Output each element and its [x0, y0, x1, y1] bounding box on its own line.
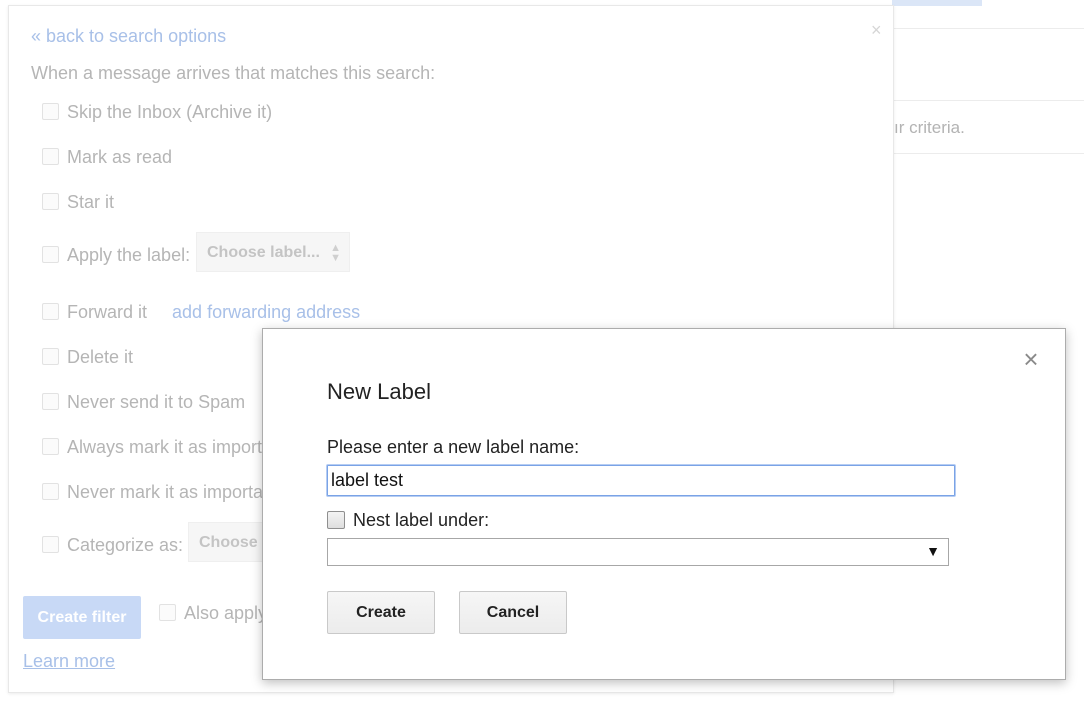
- dialog-title: New Label: [327, 379, 431, 404]
- filter-option-never-spam[interactable]: Never send it to Spam: [42, 392, 245, 416]
- label-name-input[interactable]: [327, 465, 955, 496]
- never-spam-checkbox[interactable]: [42, 393, 59, 410]
- never-spam-label: Never send it to Spam: [67, 392, 246, 412]
- filter-option-mark-read[interactable]: Mark as read: [42, 147, 172, 171]
- nest-label-checkbox[interactable]: [327, 511, 345, 529]
- mark-read-checkbox[interactable]: [42, 148, 59, 165]
- background-toolbar-button: [892, 0, 982, 6]
- never-important-label: Never mark it as importa: [67, 482, 264, 502]
- filter-option-always-important[interactable]: Always mark it as import: [42, 437, 262, 461]
- forward-label: Forward it: [67, 302, 148, 322]
- skip-inbox-label: Skip the Inbox (Archive it): [67, 102, 273, 122]
- categorize-label: Categorize as:: [67, 535, 184, 555]
- cancel-button[interactable]: Cancel: [459, 591, 567, 634]
- label-name-prompt: Please enter a new label name:: [327, 437, 580, 457]
- dropdown-arrow-icon: ▼: [926, 543, 940, 559]
- background-criteria-text: ır criteria.: [894, 118, 965, 137]
- also-apply-label: Also apply: [184, 603, 268, 623]
- mark-read-label: Mark as read: [67, 147, 173, 167]
- learn-more-link[interactable]: Learn more: [23, 651, 115, 672]
- filter-panel-close-icon[interactable]: ×: [871, 20, 882, 41]
- filter-option-never-important[interactable]: Never mark it as importa: [42, 482, 263, 506]
- nest-label-text: Nest label under:: [353, 510, 490, 530]
- parent-label-select[interactable]: ▼: [327, 538, 949, 566]
- filter-option-star[interactable]: Star it: [42, 192, 114, 216]
- forward-checkbox[interactable]: [42, 303, 59, 320]
- always-important-label: Always mark it as import: [67, 437, 263, 457]
- filter-option-also-apply[interactable]: Also apply: [159, 603, 267, 627]
- apply-label-checkbox[interactable]: [42, 246, 59, 263]
- create-filter-button[interactable]: Create filter: [23, 596, 141, 639]
- categorize-checkbox[interactable]: [42, 536, 59, 553]
- choose-category-select-value: Choose: [199, 534, 258, 551]
- filter-option-apply-label[interactable]: Apply the label:: [42, 245, 190, 269]
- close-icon[interactable]: ×: [1020, 346, 1042, 372]
- choose-category-select[interactable]: Choose: [188, 522, 268, 562]
- add-forwarding-address-link[interactable]: add forwarding address: [172, 302, 360, 322]
- background-divider: [892, 28, 1084, 29]
- new-label-dialog: × New Label Please enter a new label nam…: [262, 328, 1066, 680]
- back-to-search-options-link[interactable]: « back to search options: [31, 26, 226, 47]
- filter-option-delete[interactable]: Delete it: [42, 347, 133, 371]
- filter-option-skip-inbox[interactable]: Skip the Inbox (Archive it): [42, 102, 272, 126]
- nest-label-row[interactable]: Nest label under:: [327, 510, 489, 532]
- always-important-checkbox[interactable]: [42, 438, 59, 455]
- choose-label-select[interactable]: Choose label... ▲ ▼: [196, 232, 350, 272]
- delete-checkbox[interactable]: [42, 348, 59, 365]
- filter-option-categorize[interactable]: Categorize as:: [42, 535, 183, 559]
- filter-option-forward[interactable]: Forward it add forwarding address: [42, 302, 360, 326]
- skip-inbox-checkbox[interactable]: [42, 103, 59, 120]
- background-divider: [892, 153, 1084, 154]
- delete-label: Delete it: [67, 347, 134, 367]
- background-divider: [892, 100, 1084, 101]
- filter-intro-text: When a message arrives that matches this…: [31, 63, 436, 83]
- select-arrows-icon: ▲ ▼: [330, 242, 341, 264]
- apply-label-label: Apply the label:: [67, 245, 191, 265]
- star-label: Star it: [67, 192, 115, 212]
- choose-label-select-value: Choose label...: [207, 244, 320, 261]
- never-important-checkbox[interactable]: [42, 483, 59, 500]
- create-button[interactable]: Create: [327, 591, 435, 634]
- star-checkbox[interactable]: [42, 193, 59, 210]
- also-apply-checkbox[interactable]: [159, 604, 176, 621]
